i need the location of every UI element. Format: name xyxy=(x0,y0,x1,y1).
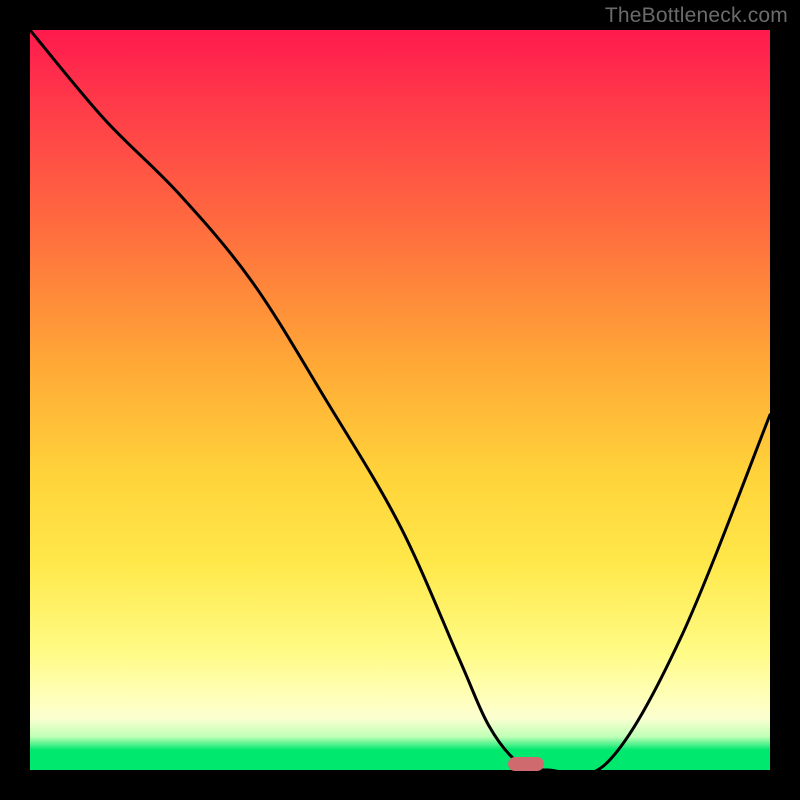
curve-path xyxy=(30,30,770,770)
chart-frame: TheBottleneck.com xyxy=(0,0,800,800)
bottleneck-curve xyxy=(30,30,770,770)
plot-area xyxy=(30,30,770,770)
optimum-marker xyxy=(508,757,544,771)
watermark-text: TheBottleneck.com xyxy=(605,4,788,28)
